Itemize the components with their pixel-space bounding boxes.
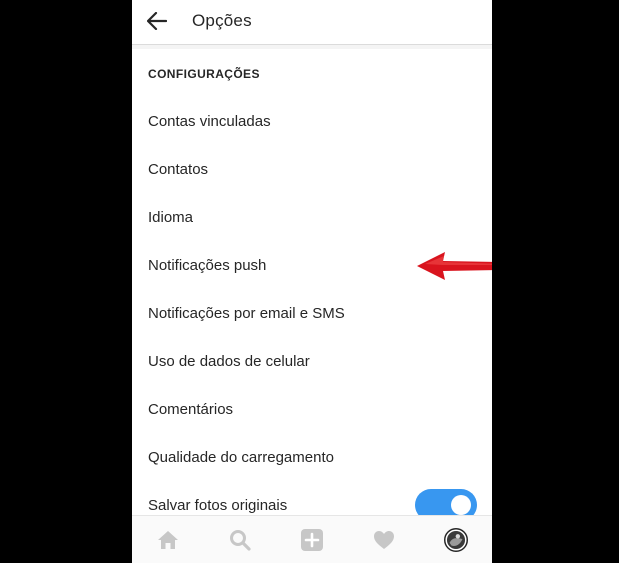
- page-title: Opções: [192, 11, 252, 30]
- menu-item-language[interactable]: Idioma: [132, 198, 492, 238]
- top-bar: Opções: [132, 0, 492, 45]
- phone-screen: Opções CONFIGURAÇÕES Contas vinculadas C…: [132, 0, 492, 563]
- nav-search[interactable]: [228, 528, 252, 552]
- nav-profile[interactable]: [444, 528, 468, 552]
- menu-item-linked-accounts[interactable]: Contas vinculadas: [132, 102, 492, 142]
- menu-item-push-notifications[interactable]: Notificações push: [132, 246, 492, 286]
- back-button[interactable]: [144, 8, 170, 34]
- add-post-icon: [301, 529, 323, 551]
- arrow-left-icon: [147, 12, 167, 30]
- bottom-navigation: [132, 515, 492, 563]
- nav-home[interactable]: [156, 528, 180, 552]
- menu-item-upload-quality[interactable]: Qualidade do carregamento: [132, 438, 492, 478]
- search-icon: [230, 530, 251, 551]
- home-icon: [158, 531, 178, 549]
- menu-item-contacts[interactable]: Contatos: [132, 150, 492, 190]
- profile-avatar-icon: [444, 528, 468, 552]
- menu-item-comments[interactable]: Comentários: [132, 390, 492, 430]
- nav-add-post[interactable]: [300, 528, 324, 552]
- heart-icon: [374, 531, 394, 549]
- toggle-knob: [451, 495, 471, 515]
- section-header-settings: CONFIGURAÇÕES: [148, 67, 260, 81]
- menu-item-cellular-data[interactable]: Uso de dados de celular: [132, 342, 492, 382]
- nav-activity[interactable]: [372, 528, 396, 552]
- menu-item-email-sms-notifications[interactable]: Notificações por email e SMS: [132, 294, 492, 334]
